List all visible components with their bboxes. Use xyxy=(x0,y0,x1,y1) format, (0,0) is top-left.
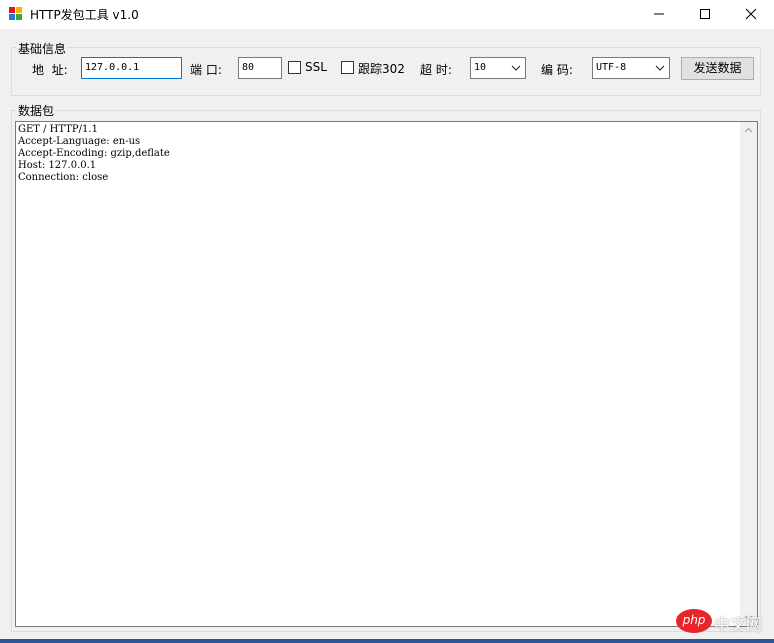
title-bar[interactable]: HTTP发包工具 v1.0 xyxy=(0,0,774,29)
address-label: 地 址: xyxy=(32,63,68,77)
basic-info-title: 基础信息 xyxy=(16,40,69,57)
watermark-logo: php xyxy=(676,609,712,633)
ssl-checkbox[interactable] xyxy=(288,61,301,74)
maximize-icon xyxy=(700,9,710,19)
encoding-select[interactable]: UTF-8 xyxy=(592,57,670,79)
window-title: HTTP发包工具 v1.0 xyxy=(30,8,139,22)
send-button[interactable]: 发送数据 xyxy=(681,57,754,80)
close-button[interactable] xyxy=(728,0,774,29)
chevron-down-icon xyxy=(655,65,665,71)
address-input[interactable]: 127.0.0.1 xyxy=(81,57,182,79)
chevron-down-icon xyxy=(511,65,521,71)
ssl-label: SSL xyxy=(305,60,327,74)
watermark: php 中文网 xyxy=(676,608,768,634)
maximize-button[interactable] xyxy=(682,0,728,29)
packet-textarea[interactable]: GET / HTTP/1.1 Accept-Language: en-us Ac… xyxy=(15,121,758,627)
redirect-label: 跟踪302 xyxy=(358,62,405,76)
taskbar-edge xyxy=(0,639,774,643)
timeout-label: 超 时: xyxy=(420,63,452,77)
watermark-text: 中文网 xyxy=(714,615,763,634)
minimize-icon xyxy=(654,13,664,15)
redirect-checkbox[interactable] xyxy=(341,61,354,74)
timeout-select[interactable]: 10 xyxy=(470,57,526,79)
port-label: 端 口: xyxy=(190,63,222,77)
scroll-up-icon[interactable] xyxy=(744,127,753,133)
timeout-value: 10 xyxy=(474,62,487,73)
app-icon xyxy=(9,7,23,21)
packet-group-title: 数据包 xyxy=(16,102,57,119)
port-input[interactable]: 80 xyxy=(238,57,282,79)
encoding-value: UTF-8 xyxy=(596,62,627,73)
packet-content: GET / HTTP/1.1 Accept-Language: en-us Ac… xyxy=(18,124,170,183)
encoding-label: 编 码: xyxy=(541,63,573,77)
vertical-scrollbar[interactable] xyxy=(740,122,757,626)
close-icon xyxy=(745,8,757,20)
minimize-button[interactable] xyxy=(636,0,682,29)
